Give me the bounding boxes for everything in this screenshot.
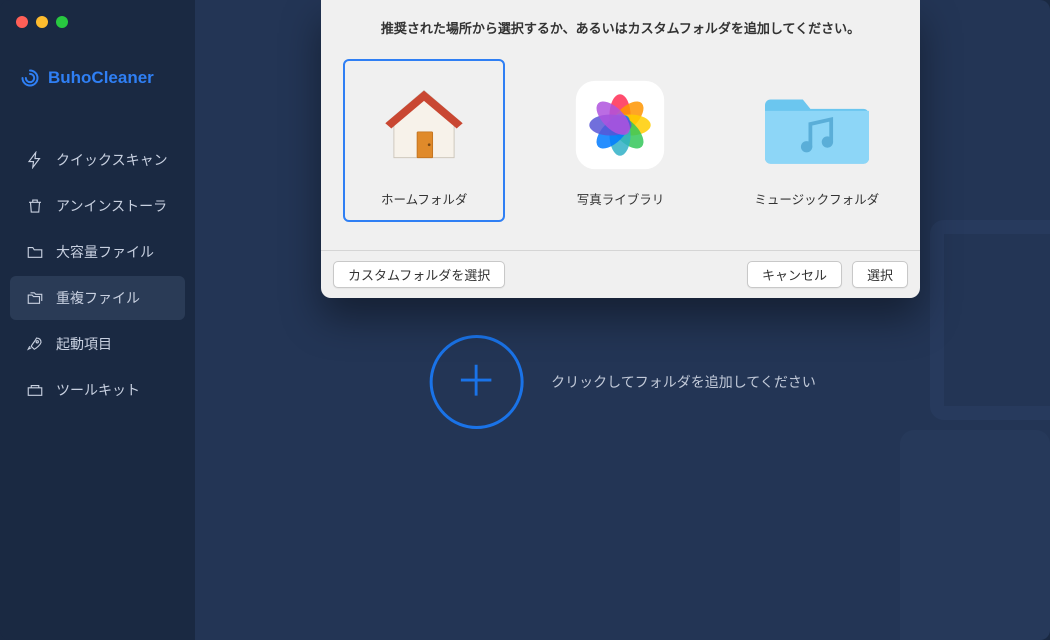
- duplicate-folder-icon: [26, 289, 44, 307]
- dialog-title: 推奨された場所から選択するか、あるいはカスタムフォルダを追加してください。: [321, 0, 920, 59]
- close-window-button[interactable]: [16, 16, 28, 28]
- select-button[interactable]: 選択: [852, 261, 908, 288]
- option-photo-library[interactable]: 写真ライブラリ: [539, 59, 701, 222]
- option-home-folder[interactable]: ホームフォルダ: [343, 59, 505, 222]
- photos-app-icon: [549, 75, 691, 175]
- folder-icon: [26, 243, 44, 261]
- sidebar-item-label: 重複ファイル: [56, 288, 140, 308]
- music-folder-icon: [746, 75, 888, 175]
- option-label: ミュージックフォルダ: [746, 189, 888, 208]
- app-brand: BuhoCleaner: [0, 68, 195, 88]
- folder-select-dialog: 推奨された場所から選択するか、あるいはカスタムフォルダを追加してください。 ホー…: [321, 0, 920, 298]
- app-logo-icon: [20, 68, 40, 88]
- maximize-window-button[interactable]: [56, 16, 68, 28]
- app-name: BuhoCleaner: [48, 68, 154, 88]
- sidebar: BuhoCleaner クイックスキャン アンインストーラ 大容量ファイル 重複…: [0, 0, 195, 640]
- home-folder-icon: [353, 75, 495, 175]
- lightning-icon: [26, 151, 44, 169]
- sidebar-item-label: ツールキット: [56, 380, 140, 400]
- dialog-option-row: ホームフォルダ 写真ライブラ: [321, 59, 920, 250]
- sidebar-item-duplicate-files[interactable]: 重複ファイル: [10, 276, 185, 320]
- add-folder-prompt: ＋ クリックしてフォルダを追加してください: [429, 335, 816, 429]
- add-folder-button[interactable]: ＋: [429, 335, 523, 429]
- option-label: 写真ライブラリ: [549, 189, 691, 208]
- plus-icon: ＋: [455, 361, 497, 403]
- sidebar-item-label: 大容量ファイル: [56, 242, 154, 262]
- sidebar-item-label: 起動項目: [56, 334, 112, 354]
- sidebar-item-toolkit[interactable]: ツールキット: [10, 368, 185, 412]
- add-folder-hint: クリックしてフォルダを追加してください: [551, 372, 816, 392]
- minimize-window-button[interactable]: [36, 16, 48, 28]
- sidebar-item-label: クイックスキャン: [56, 150, 168, 170]
- window-controls: [0, 16, 195, 28]
- rocket-icon: [26, 335, 44, 353]
- option-label: ホームフォルダ: [353, 189, 495, 208]
- trash-icon: [26, 197, 44, 215]
- dialog-footer: カスタムフォルダを選択 キャンセル 選択: [321, 250, 920, 298]
- sidebar-item-uninstaller[interactable]: アンインストーラ: [10, 184, 185, 228]
- sidebar-item-label: アンインストーラ: [56, 196, 167, 216]
- custom-folder-button[interactable]: カスタムフォルダを選択: [333, 261, 505, 288]
- toolkit-icon: [26, 381, 44, 399]
- sidebar-item-large-files[interactable]: 大容量ファイル: [10, 230, 185, 274]
- cancel-button[interactable]: キャンセル: [747, 261, 842, 288]
- option-music-folder[interactable]: ミュージックフォルダ: [736, 59, 898, 222]
- sidebar-item-startup-items[interactable]: 起動項目: [10, 322, 185, 366]
- sidebar-item-quick-scan[interactable]: クイックスキャン: [10, 138, 185, 182]
